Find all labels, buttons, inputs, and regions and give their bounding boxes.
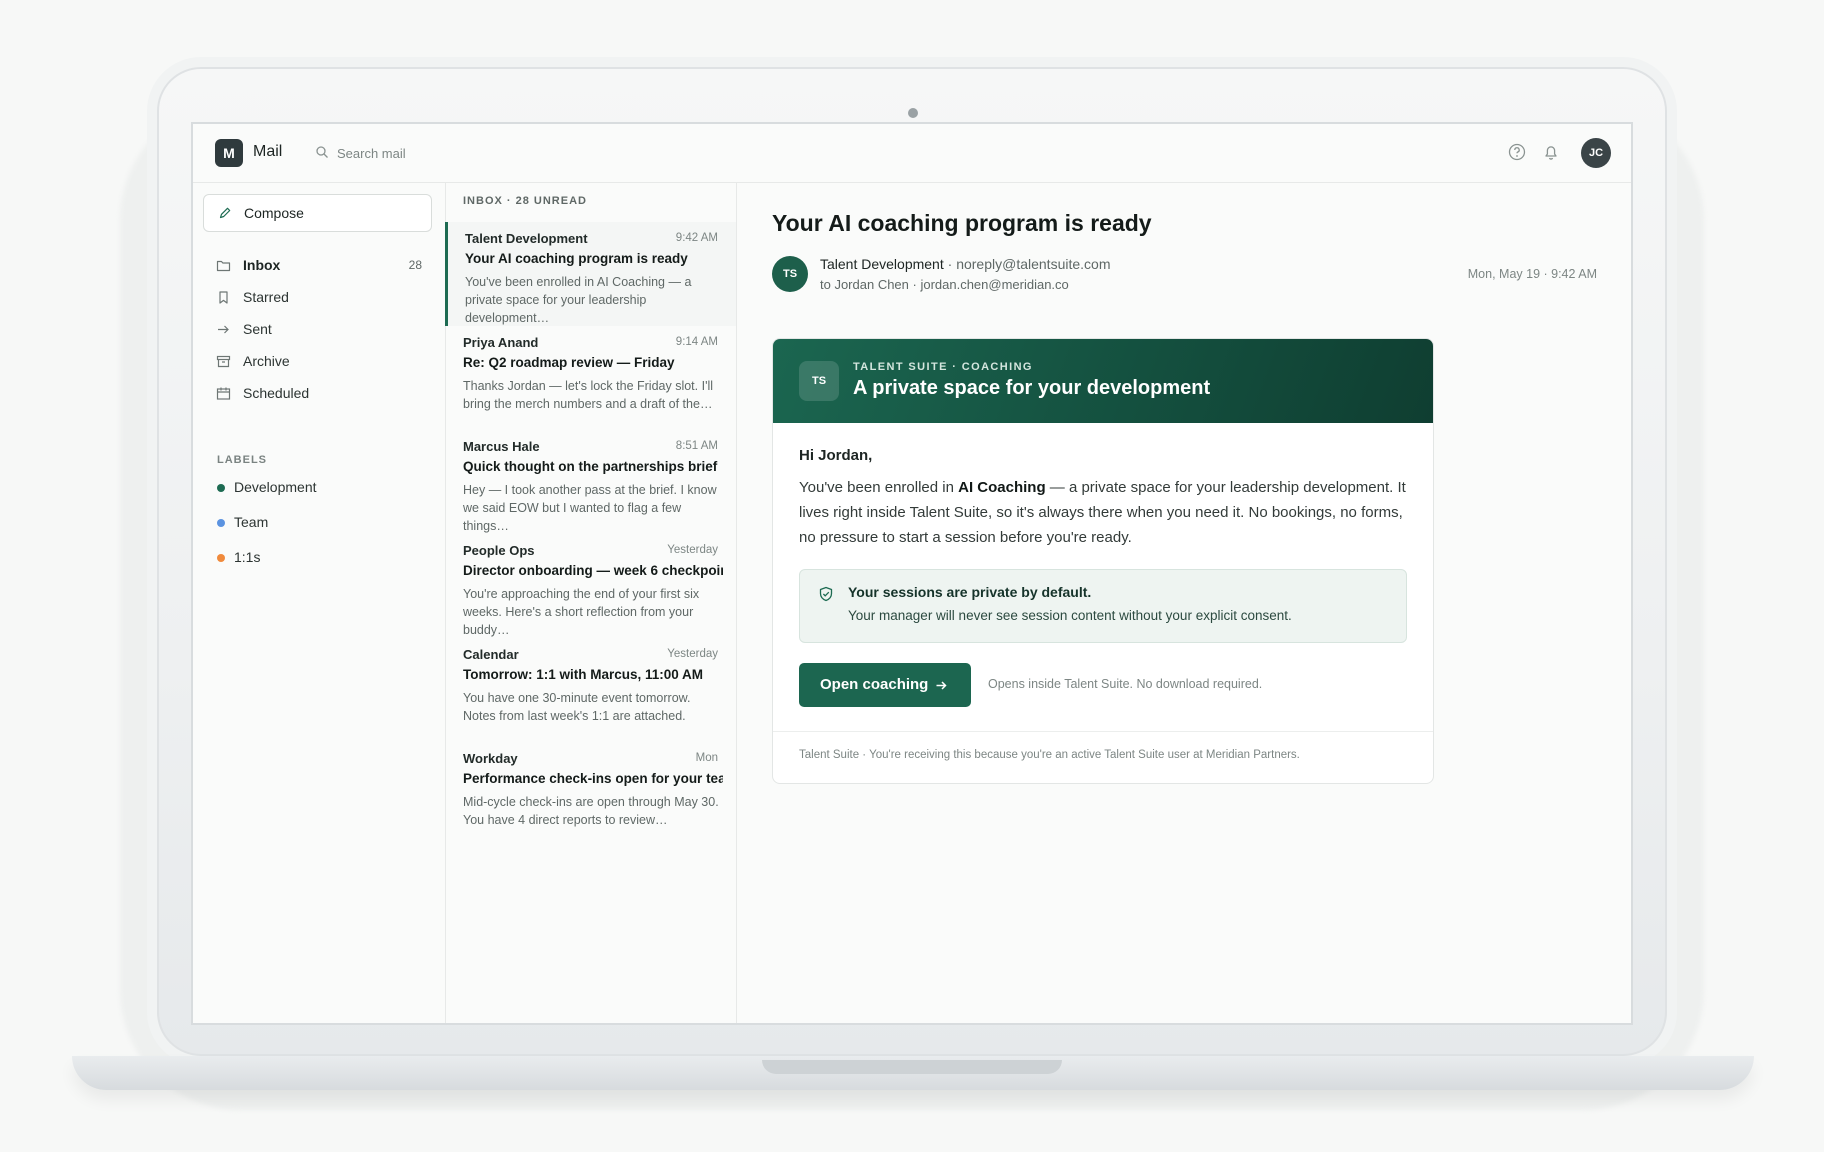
unread-count: 28 [408, 258, 422, 272]
message-sender: People Ops [463, 543, 535, 558]
banner-logo: TS [799, 361, 839, 401]
message-time: 9:42 AM [675, 232, 718, 244]
label-name: 1:1s [234, 549, 261, 565]
notice-title: Your sessions are private by default. [848, 584, 1092, 600]
sender-avatar: TS [772, 256, 808, 292]
compose-label: Compose [244, 205, 304, 221]
app-logo[interactable]: M [215, 139, 243, 167]
search-icon [316, 146, 328, 158]
sidebar-item-starred[interactable]: Starred [203, 282, 432, 312]
message-sender: Marcus Hale [463, 439, 540, 454]
sender-name[interactable]: Talent Development [820, 256, 944, 272]
archive-icon [216, 355, 231, 368]
message-preview: You have one 30-minute event tomorrow. N… [463, 691, 691, 723]
list-item[interactable]: Workday Mon Performance check-ins open f… [445, 742, 736, 846]
message-time: Yesterday [667, 648, 718, 660]
sender-line: Talent Development · noreply@talentsuite… [820, 256, 1110, 272]
help-icon[interactable] [1507, 142, 1527, 162]
label-color-dot [217, 519, 225, 527]
app-name: Mail [253, 143, 283, 160]
banner-eyebrow: TALENT SUITE · COACHING [853, 361, 1033, 373]
search-bar[interactable] [315, 141, 575, 165]
email-card: TS TALENT SUITE · COACHING A private spa… [772, 338, 1434, 784]
email-greeting: Hi Jordan, [799, 447, 873, 464]
recipient-line: to Jordan Chen · jordan.chen@meridian.co [820, 277, 1069, 292]
message-sender: Talent Development [465, 231, 588, 246]
email-subject: Your AI coaching program is ready [772, 210, 1152, 236]
label-color-dot [217, 484, 225, 492]
message-preview: Hey — I took another pass at the brief. … [463, 483, 717, 533]
message-subject: Tomorrow: 1:1 with Marcus, 11:00 AM [463, 667, 704, 682]
shield-check-icon [819, 586, 833, 602]
list-item[interactable]: Talent Development 9:42 AM Your AI coach… [445, 222, 736, 326]
email-body: You've been enrolled in AI Coaching — a … [799, 475, 1411, 550]
label-color-dot [217, 554, 225, 562]
body-text-start: You've been enrolled in [799, 479, 959, 496]
folder-icon [216, 260, 231, 272]
button-note: Opens inside Talent Suite. No download r… [988, 677, 1263, 691]
sidebar: Compose Inbox 28 Starred Sent Archive Sc… [193, 182, 446, 1023]
message-subject: Performance check-ins open for your team [463, 771, 723, 786]
list-item[interactable]: Marcus Hale 8:51 AM Quick thought on the… [445, 430, 736, 534]
arrow-right-icon [218, 325, 229, 334]
message-preview: Mid-cycle check-ins are open through May… [463, 795, 719, 827]
compose-button[interactable]: Compose [203, 194, 432, 232]
email-banner: TS TALENT SUITE · COACHING A private spa… [773, 339, 1433, 423]
top-bar: M Mail JC [193, 124, 1631, 183]
banner-title: A private space for your development [853, 377, 1211, 399]
privacy-notice: Your sessions are private by default. Yo… [799, 569, 1407, 643]
bookmark-icon [219, 291, 228, 304]
arrow-right-icon [936, 681, 947, 690]
message-time: 9:14 AM [675, 336, 718, 348]
calendar-icon [216, 387, 231, 400]
message-time: Yesterday [667, 544, 718, 556]
list-heading: INBOX · 28 UNREAD [463, 195, 587, 207]
open-coaching-button[interactable]: Open coaching [799, 663, 971, 707]
mail-app-window: M Mail JC Compose [191, 122, 1633, 1025]
message-sender: Priya Anand [463, 335, 539, 350]
message-sender: Calendar [463, 647, 519, 662]
sidebar-item-label: Inbox [243, 257, 281, 273]
sidebar-item-scheduled[interactable]: Scheduled [203, 378, 432, 408]
reading-pane: Your AI coaching program is ready TS Tal… [736, 182, 1631, 1023]
user-avatar[interactable]: JC [1581, 138, 1611, 168]
sidebar-item-sent[interactable]: Sent [203, 314, 432, 344]
footer-text: Talent Suite · You're receiving this bec… [799, 749, 1300, 761]
message-preview: You've been enrolled in AI Coaching — a … [465, 275, 692, 325]
message-time: 8:51 AM [675, 440, 718, 452]
laptop-notch [762, 1060, 1062, 1074]
labels-heading: LABELS [217, 454, 267, 466]
message-list: INBOX · 28 UNREAD Talent Development 9:4… [445, 182, 737, 1023]
label-name: Development [234, 479, 317, 495]
sidebar-item-label: Starred [243, 289, 289, 305]
list-item[interactable]: Calendar Yesterday Tomorrow: 1:1 with Ma… [445, 638, 736, 742]
message-time: Mon [695, 752, 718, 764]
list-item[interactable]: People Ops Yesterday Director onboarding… [445, 534, 736, 638]
bell-icon[interactable] [1541, 142, 1561, 162]
message-subject: Director onboarding — week 6 checkpoint [463, 563, 723, 578]
label-name: Team [234, 514, 269, 530]
message-preview: Thanks Jordan — let's lock the Friday sl… [463, 379, 714, 411]
email-footer: Talent Suite · You're receiving this bec… [773, 731, 1433, 783]
laptop-camera [908, 108, 918, 118]
search-input[interactable] [337, 141, 567, 165]
button-label: Open coaching [820, 676, 929, 693]
sender-email: · noreply@talentsuite.com [943, 256, 1111, 272]
message-subject: Re: Q2 roadmap review — Friday [463, 355, 675, 370]
pencil-icon [219, 207, 231, 219]
notice-text: Your manager will never see session cont… [848, 608, 1292, 623]
body-text-bold: AI Coaching [958, 479, 1046, 496]
list-item[interactable]: Priya Anand 9:14 AM Re: Q2 roadmap revie… [445, 326, 736, 430]
sidebar-item-archive[interactable]: Archive [203, 346, 432, 376]
sidebar-item-label: Sent [243, 321, 272, 337]
message-sender: Workday [463, 751, 518, 766]
sidebar-item-label: Archive [243, 353, 290, 369]
sidebar-item-inbox[interactable]: Inbox 28 [203, 250, 432, 280]
sidebar-item-label: Scheduled [243, 385, 310, 401]
message-preview: You're approaching the end of your first… [463, 587, 700, 637]
message-subject: Quick thought on the partnerships brief [463, 459, 718, 474]
message-subject: Your AI coaching program is ready [465, 251, 688, 266]
email-date: Mon, May 19 · 9:42 AM [1467, 267, 1597, 281]
